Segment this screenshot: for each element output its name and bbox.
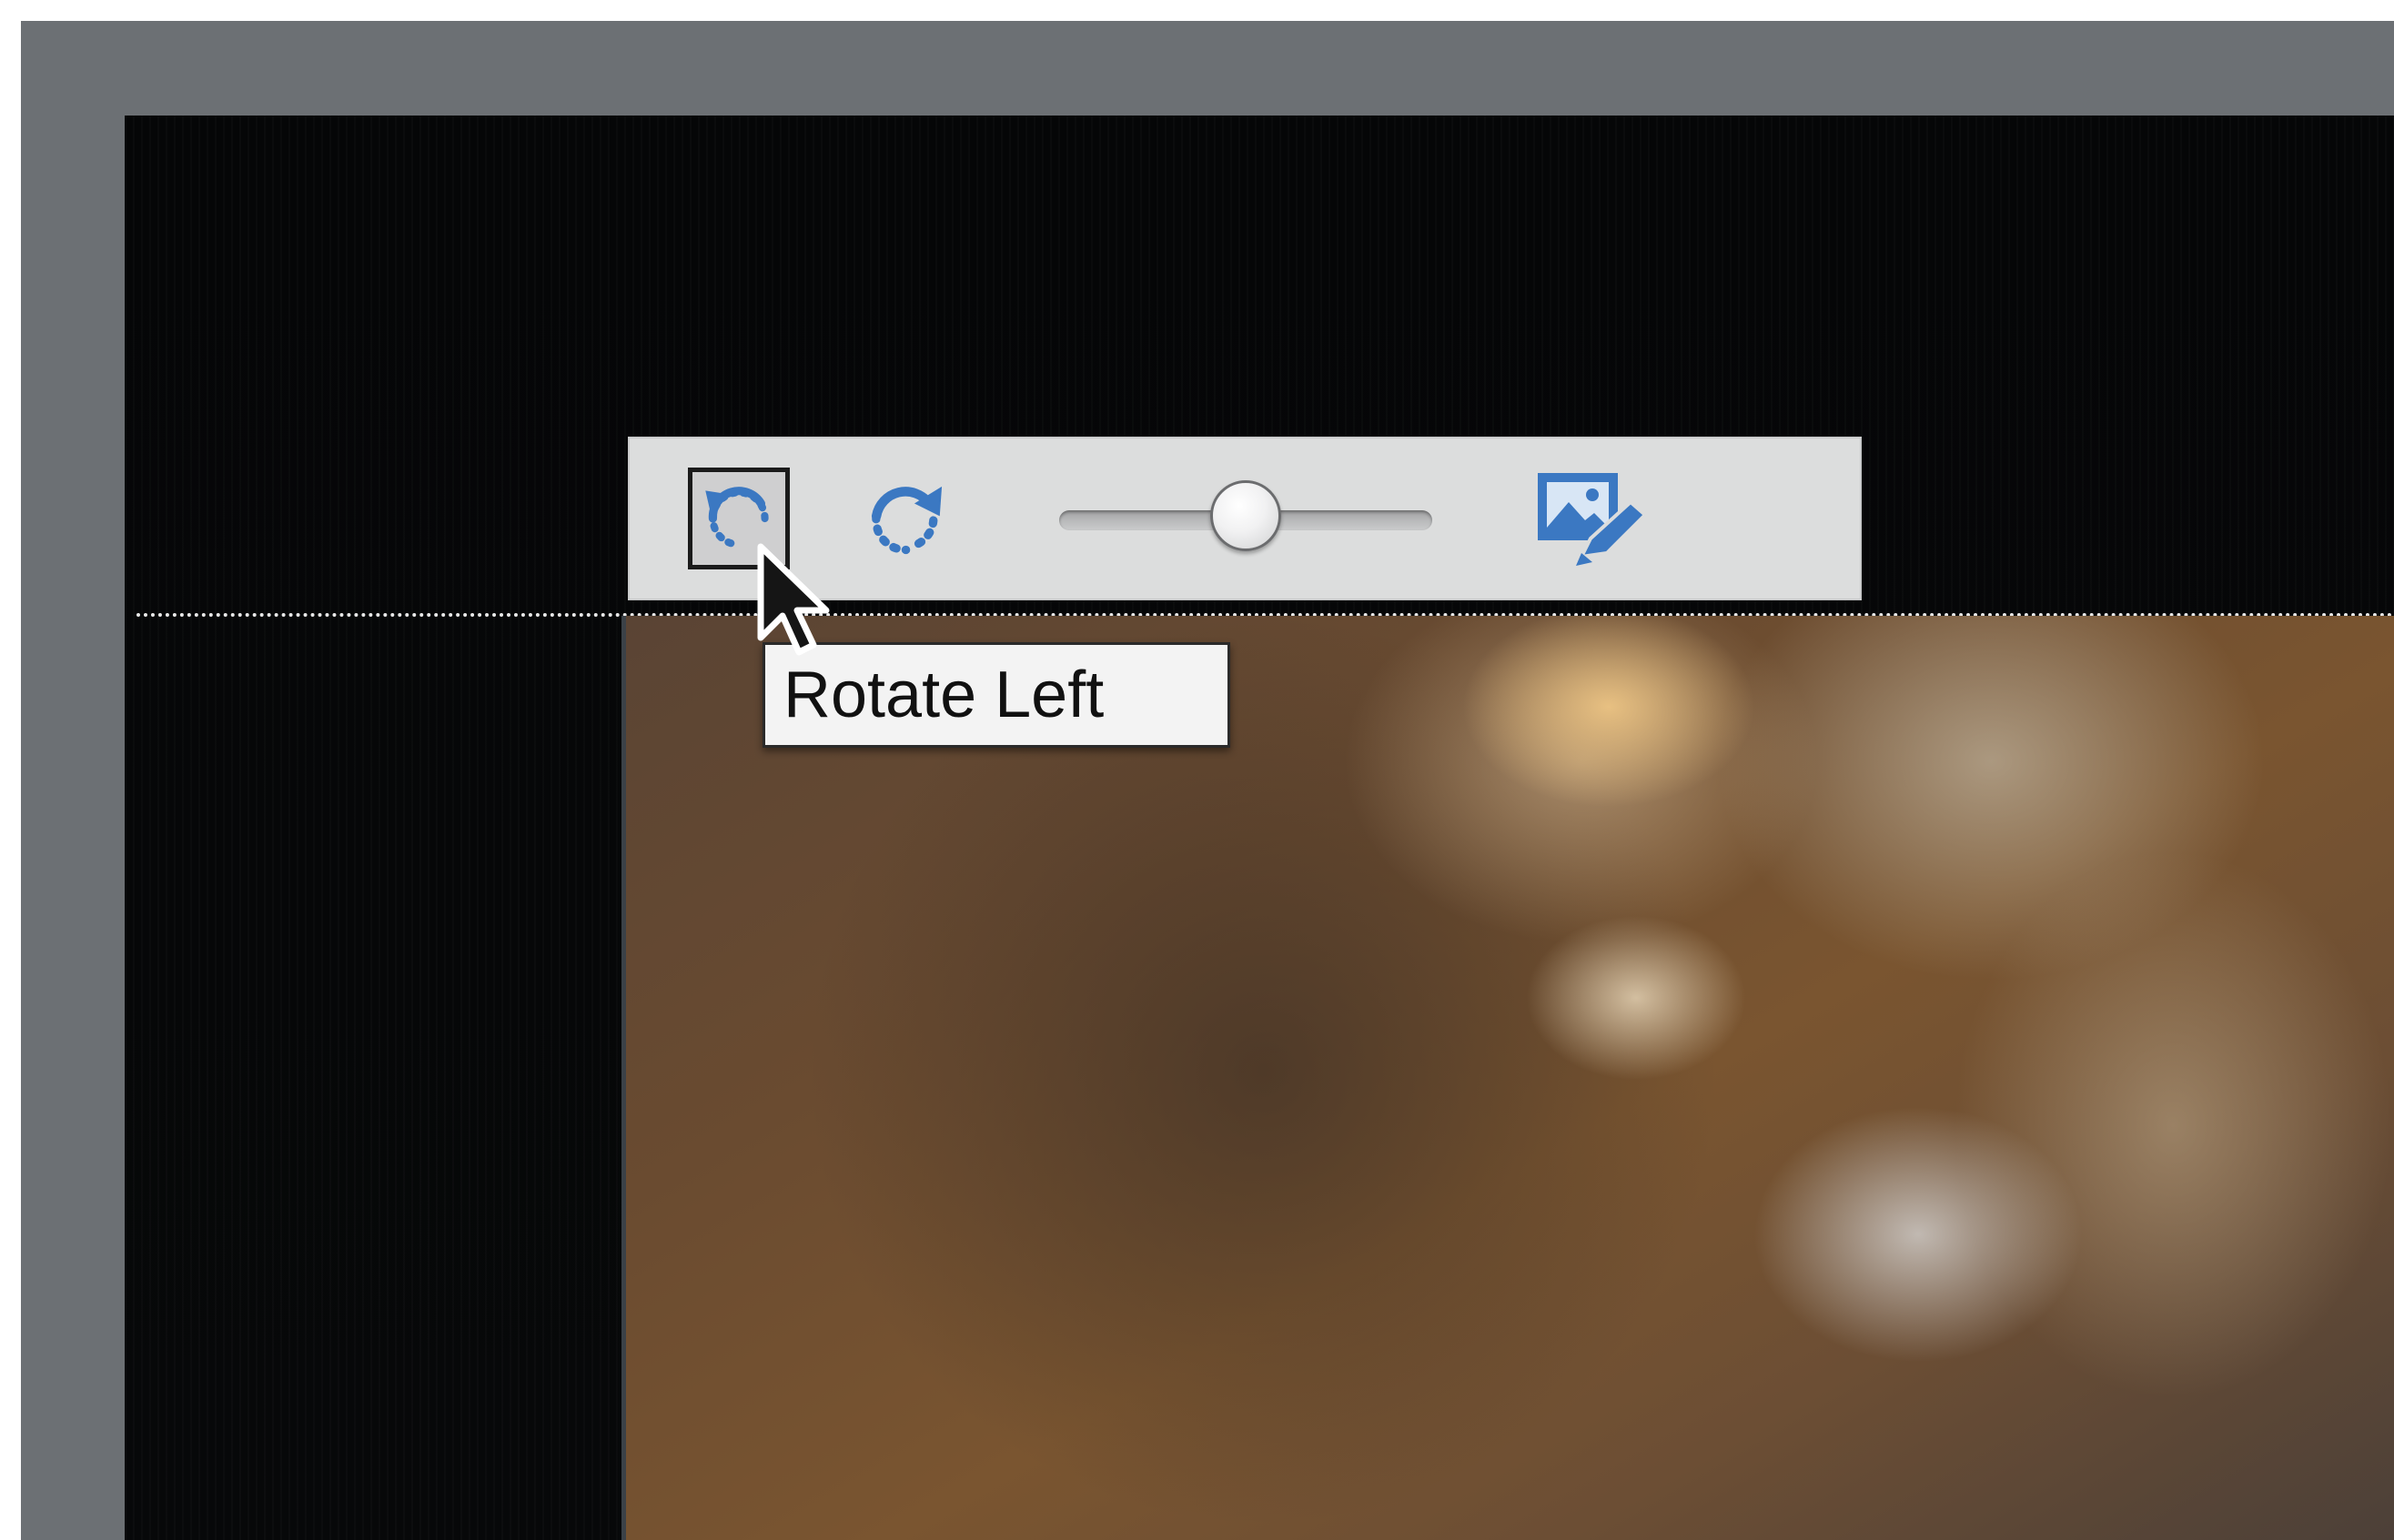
rotate-right-button[interactable]	[848, 468, 955, 573]
rotate-right-icon	[871, 486, 943, 555]
photo-preview[interactable]	[621, 616, 2394, 1540]
edit-image-button[interactable]	[1532, 462, 1651, 575]
zoom-slider[interactable]	[1059, 478, 1432, 560]
mouse-pointer-icon	[757, 543, 830, 656]
image-edit-icon	[1538, 473, 1648, 566]
zoom-slider-thumb[interactable]	[1210, 480, 1281, 551]
